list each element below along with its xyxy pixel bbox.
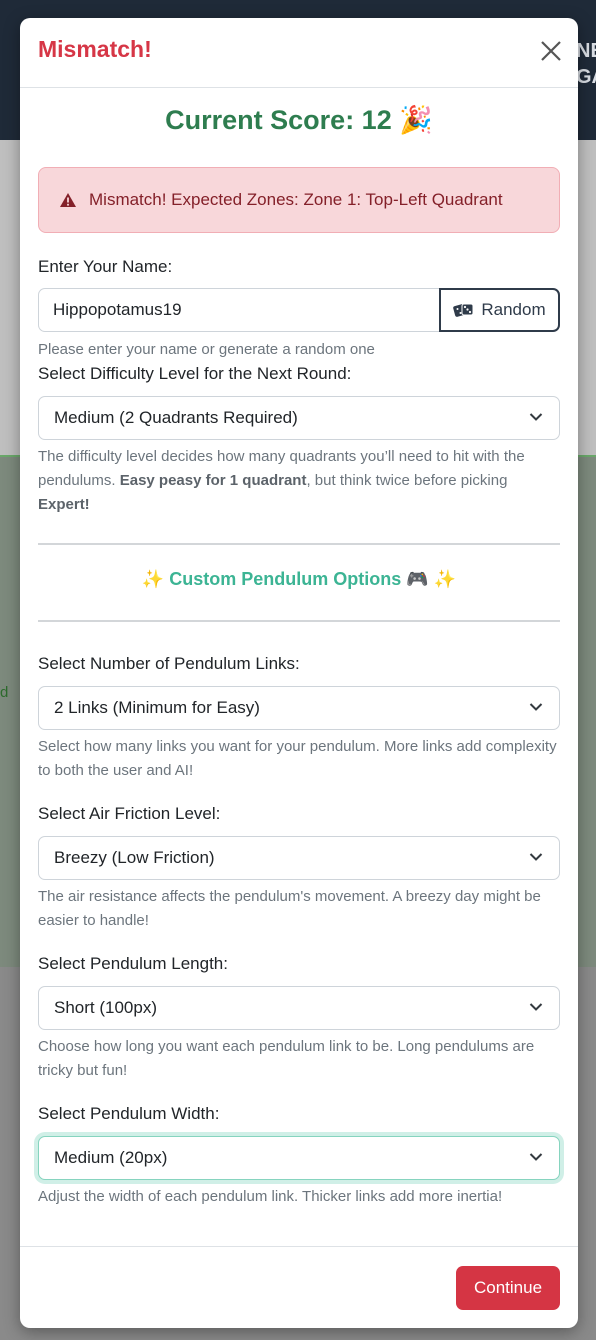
length-selected-value: Short (100px) [54, 998, 157, 1017]
chevron-down-icon [529, 1003, 543, 1011]
length-help-text: Choose how long you want each pendulum l… [38, 1038, 535, 1079]
width-select[interactable]: Medium (20px) [38, 1136, 560, 1180]
close-icon [541, 41, 561, 61]
width-selected-value: Medium (20px) [54, 1148, 168, 1167]
close-button[interactable] [540, 40, 562, 62]
name-input-group: Random [38, 288, 560, 332]
difficulty-label: Select Difficulty Level for the Next Rou… [38, 364, 352, 383]
difficulty-selected-value: Medium (2 Quadrants Required) [54, 408, 298, 427]
chevron-down-icon [529, 703, 543, 711]
friction-help-text: The air resistance affects the pendulum'… [38, 888, 541, 929]
dice-icon [453, 303, 474, 317]
length-select[interactable]: Short (100px) [38, 986, 560, 1030]
difficulty-select[interactable]: Medium (2 Quadrants Required) [38, 396, 560, 440]
custom-options-heading: ✨ Custom Pendulum Options 🎮 ✨ [20, 569, 578, 590]
difficulty-help-text: The difficulty level decides how many qu… [38, 448, 525, 513]
score-text: Current Score: 12 [165, 105, 392, 135]
sparkles-icon: ✨ [433, 569, 457, 589]
friction-select[interactable]: Breezy (Low Friction) [38, 836, 560, 880]
modal-footer: Continue [20, 1246, 578, 1328]
name-input[interactable] [38, 288, 439, 332]
chevron-down-icon [529, 413, 543, 421]
sparkles-icon: ✨ [141, 569, 165, 589]
chevron-down-icon [529, 853, 543, 861]
current-score: Current Score: 12 🎉 [20, 104, 578, 136]
party-popper-icon: 🎉 [399, 105, 433, 135]
width-label: Select Pendulum Width: [38, 1104, 220, 1123]
random-name-button[interactable]: Random [439, 288, 560, 332]
custom-options-title: Custom Pendulum Options [169, 569, 402, 589]
section-divider-top [38, 543, 560, 545]
links-label: Select Number of Pendulum Links: [38, 654, 300, 673]
friction-selected-value: Breezy (Low Friction) [54, 848, 215, 867]
width-help-text: Adjust the width of each pendulum link. … [38, 1188, 503, 1205]
modal-title: Mismatch! [38, 36, 152, 62]
mismatch-modal: Mismatch! Current Score: 12 🎉 Mismatch! … [20, 18, 578, 1328]
warning-icon [60, 193, 76, 207]
random-button-label: Random [481, 300, 546, 319]
chevron-down-icon [529, 1153, 543, 1161]
friction-label: Select Air Friction Level: [38, 804, 221, 823]
background-left-text: d [0, 684, 9, 701]
modal-header: Mismatch! [20, 18, 578, 88]
links-selected-value: 2 Links (Minimum for Easy) [54, 698, 260, 717]
links-help-text: Select how many links you want for your … [38, 738, 557, 779]
game-controller-icon: 🎮 [406, 569, 429, 589]
name-label: Enter Your Name: [38, 257, 173, 276]
name-help-text: Please enter your name or generate a ran… [38, 341, 375, 358]
background-header-text: NE GA [576, 40, 596, 88]
length-label: Select Pendulum Length: [38, 954, 228, 973]
mismatch-alert: Mismatch! Expected Zones: Zone 1: Top-Le… [38, 167, 560, 233]
links-select[interactable]: 2 Links (Minimum for Easy) [38, 686, 560, 730]
continue-button[interactable]: Continue [456, 1266, 560, 1310]
alert-text: Mismatch! Expected Zones: Zone 1: Top-Le… [89, 190, 503, 209]
section-divider-bottom [38, 620, 560, 622]
